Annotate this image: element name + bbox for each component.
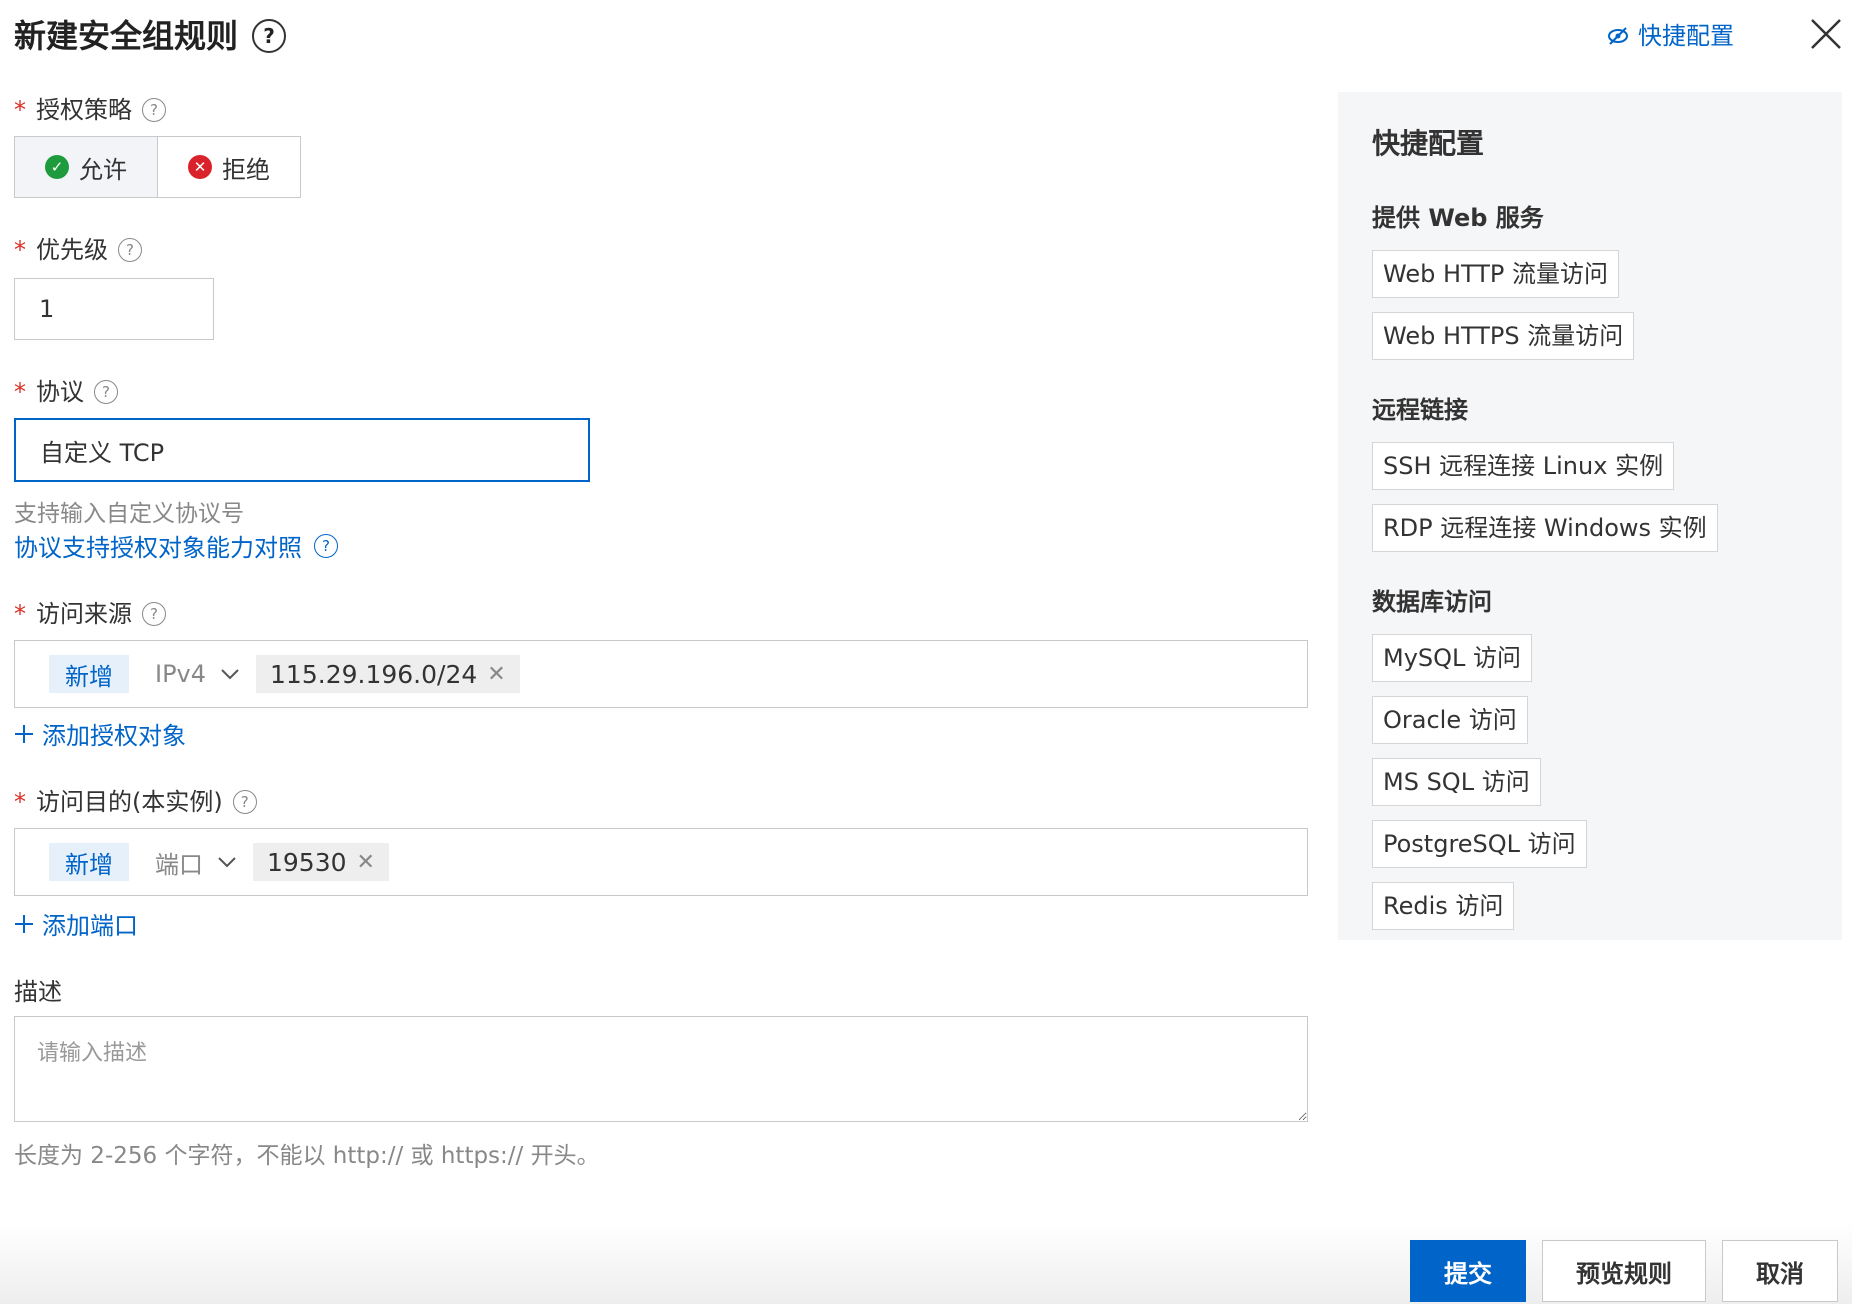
protocol-value: 自定义 TCP (40, 438, 165, 467)
preview-rules-button[interactable]: 预览规则 (1542, 1240, 1706, 1302)
quick-mysql-button[interactable]: MySQL 访问 (1372, 634, 1533, 682)
close-icon[interactable] (1806, 14, 1846, 54)
port-type-select[interactable]: 端口 (155, 845, 237, 880)
required-mark: * (14, 236, 26, 264)
quick-config-panel: 快捷配置 提供 Web 服务 Web HTTP 流量访问 Web HTTPS 流… (1338, 92, 1842, 940)
quick-config-group-title: 远程链接 (1372, 396, 1468, 424)
destination-input[interactable]: 新增 端口 19530 ✕ (14, 828, 1308, 896)
policy-radio-group: ✓ 允许 ✕ 拒绝 (14, 136, 301, 198)
help-icon: ? (314, 533, 338, 558)
priority-label: * 优先级 ? (14, 234, 142, 266)
x-circle-icon: ✕ (188, 155, 212, 179)
close-icon[interactable]: ✕ (357, 850, 375, 875)
destination-label-text: 访问目的(本实例) (36, 788, 223, 816)
quick-config-title: 快捷配置 (1372, 127, 1485, 160)
chevron-down-icon (218, 857, 236, 868)
quick-mssql-button[interactable]: MS SQL 访问 (1372, 758, 1541, 806)
required-mark: * (14, 788, 26, 816)
quick-config-group-remote: 远程链接 SSH 远程连接 Linux 实例 RDP 远程连接 Windows … (1372, 394, 1808, 566)
policy-deny-button[interactable]: ✕ 拒绝 (158, 136, 301, 198)
required-mark: * (14, 96, 26, 124)
protocol-hint: 支持输入自定义协议号 (14, 501, 244, 527)
policy-allow-button[interactable]: ✓ 允许 (14, 136, 158, 198)
protocol-label-text: 协议 (36, 378, 84, 406)
chevron-down-icon (221, 669, 239, 680)
source-label-text: 访问来源 (36, 600, 132, 628)
add-port-link-label: 添加端口 (42, 912, 138, 940)
help-icon[interactable]: ? (252, 19, 287, 53)
source-chip: 115.29.196.0/24 ✕ (256, 655, 520, 693)
source-chip-label: 115.29.196.0/24 (270, 659, 478, 689)
quick-postgresql-button[interactable]: PostgreSQL 访问 (1372, 820, 1587, 868)
priority-label-text: 优先级 (36, 236, 108, 264)
source-label: * 访问来源 ? (14, 598, 166, 630)
new-badge: 新增 (49, 843, 129, 881)
help-icon[interactable]: ? (142, 602, 166, 626)
quick-oracle-button[interactable]: Oracle 访问 (1372, 696, 1528, 744)
quick-ssh-button[interactable]: SSH 远程连接 Linux 实例 (1372, 442, 1675, 490)
priority-input[interactable]: 1 (14, 278, 214, 340)
policy-label: * 授权策略 ? (14, 94, 166, 126)
quick-config-group-title: 提供 Web 服务 (1372, 204, 1544, 232)
quick-rdp-button[interactable]: RDP 远程连接 Windows 实例 (1372, 504, 1718, 552)
required-mark: * (14, 600, 26, 628)
quick-web-http-button[interactable]: Web HTTP 流量访问 (1372, 250, 1619, 298)
destination-label: * 访问目的(本实例) ? (14, 786, 257, 818)
quick-config-link-label: 快捷配置 (1638, 22, 1734, 50)
submit-button[interactable]: 提交 (1410, 1240, 1526, 1302)
ip-version-select[interactable]: IPv4 (155, 660, 240, 688)
policy-allow-label: 允许 (79, 155, 127, 184)
port-chip-label: 19530 (267, 847, 347, 877)
help-icon[interactable]: ? (142, 98, 166, 122)
ip-version-value: IPv4 (155, 660, 207, 688)
help-icon[interactable]: ? (94, 380, 118, 404)
quick-config-group-web: 提供 Web 服务 Web HTTP 流量访问 Web HTTPS 流量访问 (1372, 202, 1808, 374)
policy-deny-label: 拒绝 (222, 155, 270, 184)
priority-value: 1 (39, 295, 55, 323)
quick-config-group-title: 数据库访问 (1372, 588, 1492, 616)
port-type-value: 端口 (155, 850, 203, 879)
plus-icon (15, 724, 33, 743)
add-source-link[interactable]: 添加授权对象 (14, 716, 186, 751)
add-source-link-label: 添加授权对象 (42, 722, 186, 750)
port-chip: 19530 ✕ (253, 843, 389, 881)
cancel-button[interactable]: 取消 (1722, 1240, 1838, 1302)
close-icon[interactable]: ✕ (487, 662, 505, 687)
protocol-capability-link[interactable]: 协议支持授权对象能力对照 ? (14, 528, 338, 563)
help-icon[interactable]: ? (232, 790, 257, 814)
new-badge: 新增 (49, 655, 129, 693)
quick-config-group-db: 数据库访问 MySQL 访问 Oracle 访问 MS SQL 访问 Postg… (1372, 586, 1808, 944)
quick-redis-button[interactable]: Redis 访问 (1372, 882, 1515, 930)
dialog-header: 新建安全组规则 ? (14, 14, 287, 58)
description-label: 描述 (14, 976, 62, 1008)
add-port-link[interactable]: 添加端口 (14, 906, 138, 941)
protocol-label: * 协议 ? (14, 376, 118, 408)
help-icon[interactable]: ? (118, 238, 142, 262)
quick-web-https-button[interactable]: Web HTTPS 流量访问 (1372, 312, 1635, 360)
policy-label-text: 授权策略 (36, 96, 132, 124)
page-title: 新建安全组规则 (14, 17, 239, 55)
description-label-text: 描述 (14, 978, 62, 1006)
plus-icon (15, 914, 33, 933)
required-mark: * (14, 378, 26, 406)
check-circle-icon: ✓ (45, 155, 69, 179)
description-hint: 长度为 2-256 个字符，不能以 http:// 或 https:// 开头。 (14, 1143, 600, 1169)
source-input[interactable]: 新增 IPv4 115.29.196.0/24 ✕ (14, 640, 1308, 708)
protocol-capability-link-label: 协议支持授权对象能力对照 (14, 534, 302, 562)
description-textarea[interactable] (14, 1016, 1308, 1122)
protocol-input[interactable]: 自定义 TCP (14, 418, 590, 482)
eye-off-icon (1608, 27, 1628, 45)
quick-config-link[interactable]: 快捷配置 (1606, 18, 1734, 54)
